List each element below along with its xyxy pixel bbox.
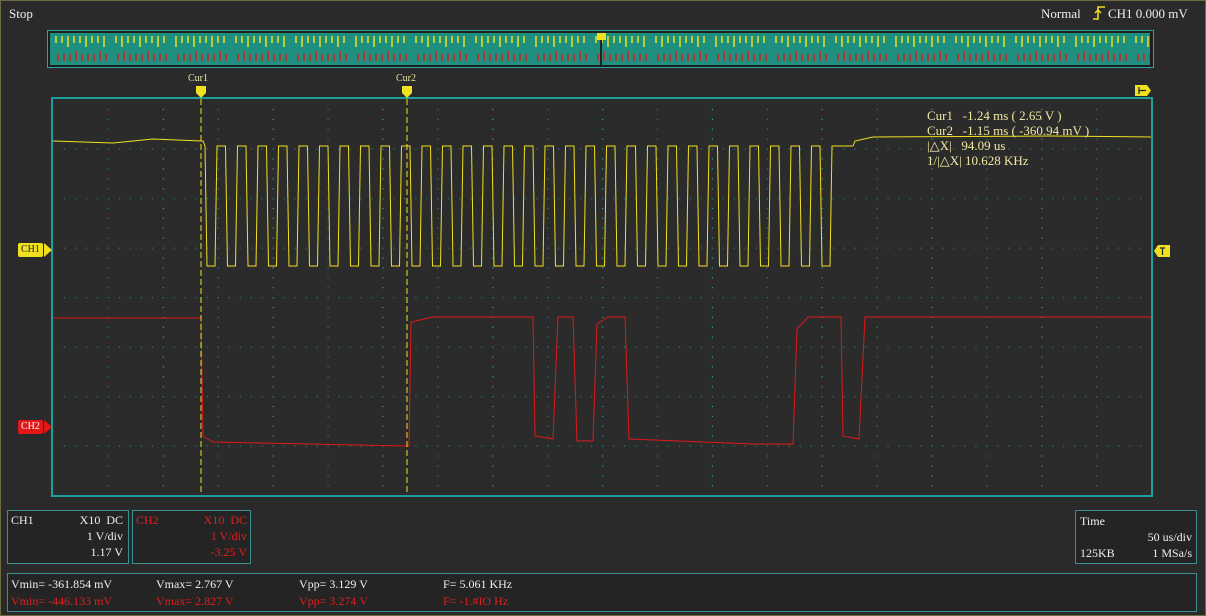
ch2-probe: X10 DC	[203, 513, 247, 527]
ch2-offset: -3.25 V	[210, 545, 247, 559]
ch2-scale: 1 V/div	[210, 529, 247, 543]
ch1-offset: 1.17 V	[90, 545, 123, 559]
ch1-settings-box[interactable]: CH1 X10 DC 1 V/div 1.17 V	[7, 510, 129, 564]
ch2-settings-box[interactable]: CH2 X10 DC 1 V/div -3.25 V	[132, 510, 251, 564]
cursor2-marker[interactable]	[401, 86, 413, 98]
ch2-vpp: Vpp= 3.274 V	[299, 594, 368, 608]
ch1-vmin: Vmin= -361.854 mV	[11, 577, 113, 591]
cursor2-label[interactable]: Cur2	[396, 73, 416, 84]
readout-cur1: Cur1 -1.24 ms ( 2.65 V )	[927, 108, 1062, 123]
timebase-box[interactable]: Time 50 us/div 125KB 1 MSa/s	[1075, 510, 1197, 564]
readout-cur2: Cur2 -1.15 ms ( -360.94 mV )	[927, 123, 1090, 138]
ch1-probe: X10 DC	[79, 513, 123, 527]
ch1-vmax: Vmax= 2.767 V	[156, 577, 234, 591]
ch1-vpp: Vpp= 3.129 V	[299, 577, 368, 591]
horizontal-position-marker[interactable]	[1134, 84, 1152, 97]
trigger-source[interactable]: CH1 0.000 mV	[1108, 6, 1188, 22]
timebase-title: Time	[1080, 514, 1105, 528]
ch2-freq: F= -1.#IO Hz	[443, 594, 509, 608]
timebase-scale: 50 us/div	[1147, 530, 1192, 544]
ch2-vmin: Vmin= -446.133 mV	[11, 594, 113, 608]
memory-depth: 125KB	[1080, 546, 1115, 560]
ch1-offset-marker[interactable]: CH1	[18, 243, 43, 257]
readout-frequency: 1/|△X| 10.628 KHz	[927, 153, 1029, 168]
ch1-freq: F= 5.061 KHz	[443, 577, 513, 591]
sample-rate: 1 MSa/s	[1152, 546, 1192, 560]
ch1-marker-arrow	[44, 243, 52, 257]
overview-strip	[50, 33, 1150, 65]
ch2-marker-arrow	[44, 420, 52, 434]
trigger-level-marker[interactable]	[1153, 244, 1171, 258]
rising-edge-icon	[1093, 6, 1105, 20]
cursor1-marker[interactable]	[195, 86, 207, 98]
ch2-vmax: Vmax= 2.827 V	[156, 594, 234, 608]
cursor1-label[interactable]: Cur1	[188, 73, 208, 84]
readout-delta-x: |△X| 94.09 us	[927, 138, 1006, 153]
cursor-readout: Cur1 -1.24 ms ( 2.65 V ) Cur2 -1.15 ms (…	[927, 108, 1089, 168]
ch2-name: CH2	[136, 513, 159, 527]
trigger-mode[interactable]: Normal	[1041, 6, 1081, 22]
measurements-panel: Vmin= -361.854 mV Vmax= 2.767 V Vpp= 3.1…	[7, 573, 1197, 612]
run-status[interactable]: Stop	[9, 6, 33, 22]
ch2-offset-marker[interactable]: CH2	[18, 420, 43, 434]
overview-trigger-marker[interactable]	[597, 33, 606, 40]
ch1-name: CH1	[11, 513, 34, 527]
ch1-scale: 1 V/div	[86, 529, 123, 543]
